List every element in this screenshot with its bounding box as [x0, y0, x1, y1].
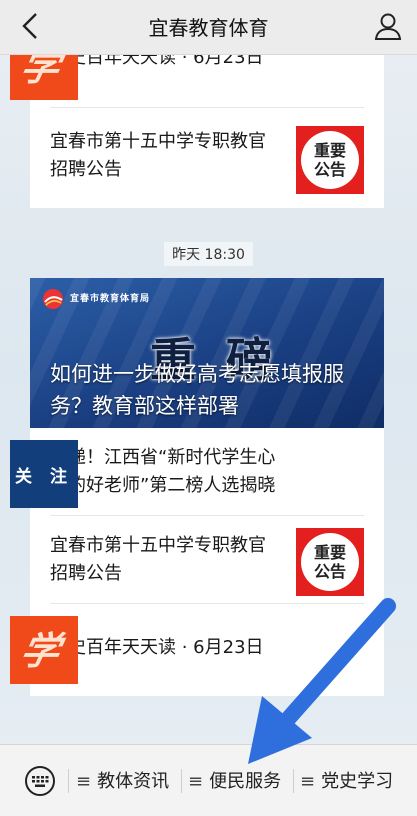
menu-divider: [181, 769, 182, 793]
article-card: 党史百年天天读 · 6月23日 学习 宜春市第十五中学专职教官招聘公告 重要 公…: [10, 54, 384, 208]
menu-divider: [293, 769, 294, 793]
keyboard-icon[interactable]: [24, 765, 56, 797]
top-bar: 宜春教育体育: [0, 0, 417, 55]
article-row[interactable]: 宜春市第十五中学专职教官招聘公告 重要 公告: [30, 108, 384, 208]
notice-line-1: 重要: [313, 141, 346, 160]
menu-item-label: 教体资讯: [97, 771, 170, 792]
message-timestamp: 昨天 18:30: [0, 242, 417, 266]
article-title: 宜春市第十五中学专职教官招聘公告: [50, 131, 266, 180]
article-row[interactable]: 宜春市第十五中学专职教官招聘公告 重要 公告: [30, 516, 384, 604]
article-thumbnail: 学习: [10, 54, 78, 100]
notice-badge: 重要 公告: [301, 533, 359, 591]
person-icon[interactable]: [371, 9, 405, 43]
notice-badge: 重要 公告: [301, 131, 359, 189]
menu-item-label: 便民服务: [209, 771, 282, 792]
article-title: 党史百年天天读 · 6月23日: [50, 54, 264, 68]
featured-article-banner[interactable]: 宜春市教育体育局 重磅 如何进一步做好高考志愿填报服务？教育部这样部署: [30, 278, 384, 428]
article-title: 速递！江西省“新时代学生心中的好老师”第二榜人选揭晓: [50, 447, 276, 496]
bureau-logo-icon: [43, 289, 63, 309]
article-row[interactable]: 速递！江西省“新时代学生心中的好老师”第二榜人选揭晓 关 注: [10, 428, 384, 516]
menu-item-public-services[interactable]: ≡ 便民服务: [188, 767, 281, 793]
follow-text: 关 注: [15, 466, 73, 487]
notice-line-1: 重要: [313, 543, 346, 562]
timestamp-text: 昨天 18:30: [164, 242, 253, 266]
pointer-arrow-icon: [248, 598, 396, 764]
notice-line-2: 公告: [313, 562, 346, 581]
article-title: 宜春市第十五中学专职教官招聘公告: [50, 535, 266, 584]
menu-divider: [68, 769, 69, 793]
menu-item-label: 党史学习: [321, 771, 394, 792]
menu-item-education-news[interactable]: ≡ 教体资讯: [76, 767, 169, 793]
article-thumbnail: 学习: [10, 616, 78, 684]
article-thumbnail: 关 注: [10, 440, 78, 508]
featured-headline: 如何进一步做好高考志愿填报服务？教育部这样部署: [50, 362, 344, 418]
calligraphy-text: 学习: [10, 54, 65, 100]
article-row[interactable]: 党史百年天天读 · 6月23日 学习: [10, 54, 384, 108]
article-thumbnail: 重要 公告: [296, 528, 364, 596]
menu-hamburger-icon: ≡: [76, 771, 92, 792]
calligraphy-text: 学习: [10, 628, 65, 684]
bureau-name: 宜春市教育体育局: [70, 294, 151, 304]
menu-item-party-history[interactable]: ≡ 党史学习: [300, 767, 393, 793]
menu-hamburger-icon: ≡: [188, 771, 204, 792]
article-thumbnail: 重要 公告: [296, 126, 364, 194]
page-title: 宜春教育体育: [148, 16, 269, 40]
notice-line-2: 公告: [313, 160, 346, 179]
menu-hamburger-icon: ≡: [300, 771, 316, 792]
